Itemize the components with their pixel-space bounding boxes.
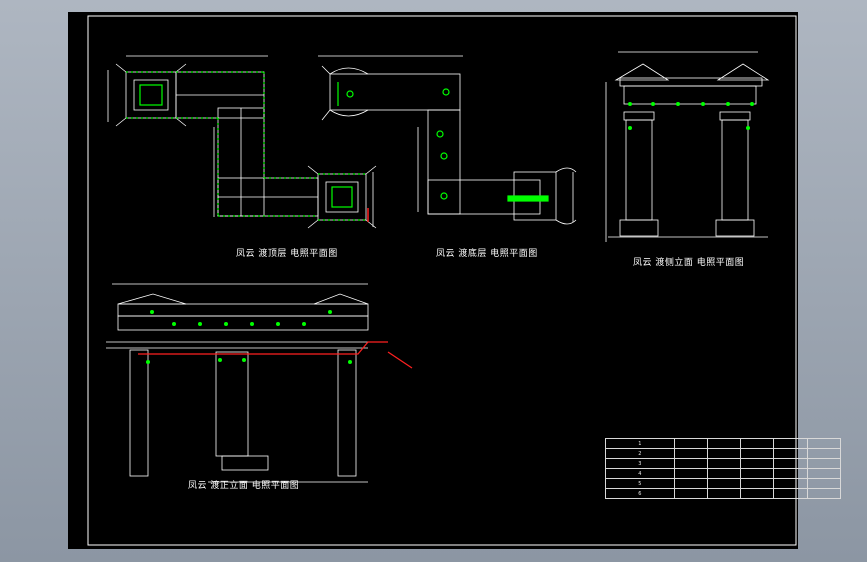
legend-table-cell — [740, 438, 775, 449]
legend-table-cell — [706, 488, 742, 499]
legend-table-cell — [673, 448, 708, 459]
legend-table-cell — [673, 438, 708, 449]
legend-table-row: 2 — [605, 448, 842, 459]
legend-table-cell — [806, 468, 842, 479]
drawing-sheet: 凤云 渡顶层 电照平面图 凤云 渡底层 电照平面图 凤云 渡侧立面 电照平面图 … — [68, 12, 842, 549]
legend-table-cell: 6 — [605, 488, 675, 499]
legend-table-cell — [773, 458, 808, 469]
legend-table-cell — [773, 488, 808, 499]
legend-table-cell — [673, 488, 708, 499]
front-elev-wiring — [138, 341, 413, 369]
legend-table-cell — [773, 468, 808, 479]
legend-table-cell — [706, 468, 742, 479]
legend-table-row: 4 — [605, 468, 842, 479]
front-elev-fixtures — [146, 310, 352, 364]
legend-table-cell — [740, 448, 775, 459]
legend-table-cell — [706, 448, 742, 459]
legend-table-cell — [740, 488, 775, 499]
legend-table-cell — [740, 458, 775, 469]
caption-top-floor-plan: 凤云 渡顶层 电照平面图 — [236, 249, 338, 259]
legend-table-cell — [706, 438, 742, 449]
legend-table-cell: 4 — [605, 468, 675, 479]
legend-table-cell — [773, 478, 808, 489]
legend-table-cell — [806, 478, 842, 489]
legend-table-cell: 3 — [605, 458, 675, 469]
top-floor-plan — [107, 55, 377, 229]
caption-side-elevation: 凤云 渡侧立面 电照平面图 — [633, 258, 745, 268]
legend-table-cell — [773, 448, 808, 459]
legend-table-cell — [673, 478, 708, 489]
legend-table-cell — [673, 468, 708, 479]
legend-table-cell: 2 — [605, 448, 675, 459]
front-elevation — [106, 283, 369, 483]
side-elevation — [605, 51, 770, 242]
legend-table-cell: 5 — [605, 478, 675, 489]
legend-table-cell — [673, 458, 708, 469]
legend-table-cell — [706, 478, 742, 489]
side-elev-fixtures — [628, 102, 754, 130]
legend-table-cell — [740, 478, 775, 489]
bottom-plan-fixtures — [337, 82, 549, 202]
legend-table-cell — [806, 458, 842, 469]
legend-table-cell — [806, 488, 842, 499]
legend-table-row: 3 — [605, 458, 842, 469]
legend-table-row: 5 — [605, 478, 842, 489]
caption-front-elevation: 凤云 渡正立面 电照平面图 — [188, 481, 300, 491]
caption-bottom-floor-plan: 凤云 渡底层 电照平面图 — [436, 249, 538, 259]
legend-table-cell — [706, 458, 742, 469]
legend-table-cell — [740, 468, 775, 479]
legend-table-row: 1 — [605, 438, 842, 449]
legend-table-cell — [773, 438, 808, 449]
legend-table: 123456 — [605, 438, 842, 499]
legend-table-cell: 1 — [605, 438, 675, 449]
legend-table-row: 6 — [605, 488, 842, 499]
legend-table-cell — [806, 448, 842, 459]
legend-table-cell — [806, 438, 842, 449]
